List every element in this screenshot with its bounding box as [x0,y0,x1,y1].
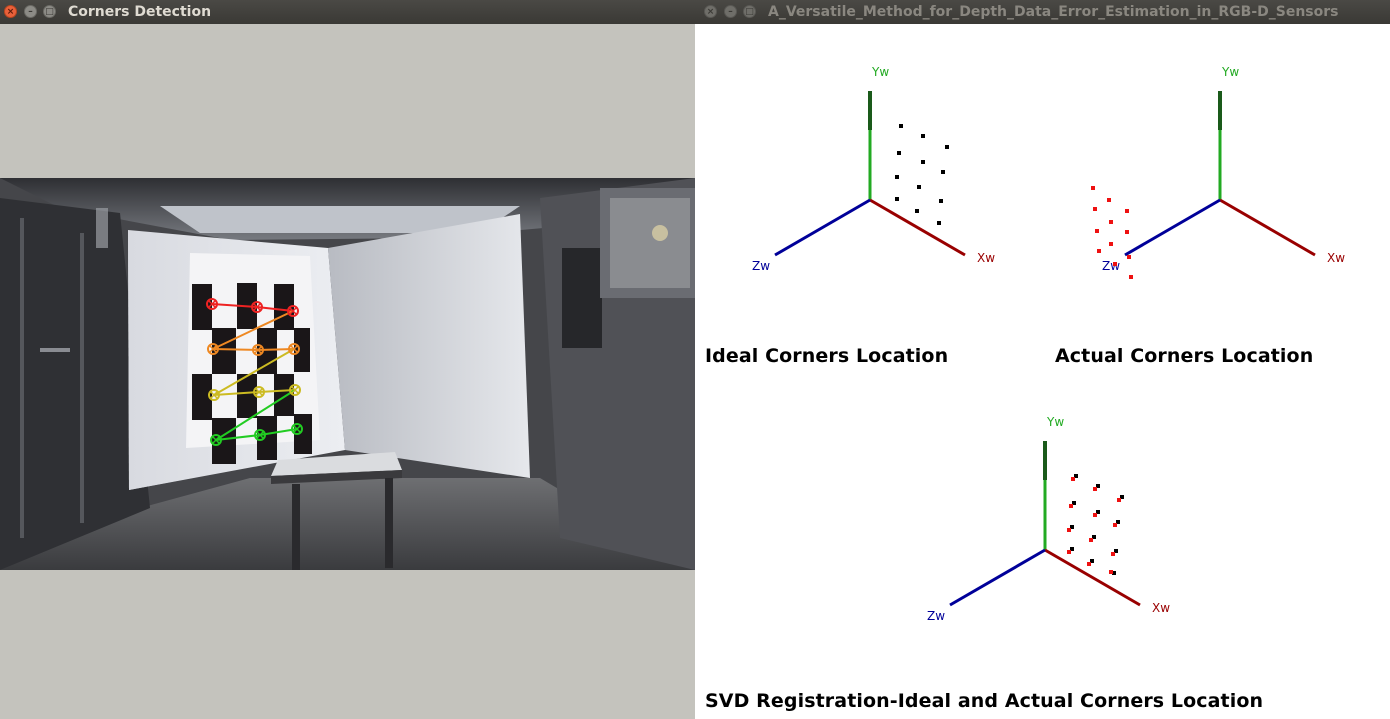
svd-registration-plot: Yw Xw Zw [927,415,1170,623]
ideal-plot-caption: Ideal Corners Location [705,345,949,367]
close-button[interactable]: × [4,5,17,18]
z-axis-label: Zw [1102,259,1120,273]
close-button[interactable]: × [704,5,717,18]
x-axis-label: Xw [1152,601,1170,615]
minimize-button[interactable]: – [724,5,737,18]
window-title: Corners Detection [68,4,212,20]
actual-corners-plot: Yw Xw Zw [1091,65,1345,279]
z-axis-label: Zw [927,609,945,623]
window-title: A_Versatile_Method_for_Depth_Data_Error_… [768,4,1339,20]
y-axis-label: Yw [1221,65,1239,79]
svd-plot-caption: SVD Registration-Ideal and Actual Corner… [705,690,1264,712]
actual-plot-caption: Actual Corners Location [1055,345,1314,367]
minimize-button[interactable]: – [24,5,37,18]
corner-link-line [212,348,259,351]
titlebar: × – □ Corners Detection [0,0,695,24]
x-axis-label: Xw [977,251,995,265]
ideal-corners-plot: Yw Xw Zw [752,65,995,273]
corners-detection-window: × – □ Corners Detection [0,0,695,719]
z-axis-label: Zw [752,259,770,273]
camera-image [0,178,695,570]
titlebar: × – □ A_Versatile_Method_for_Depth_Data_… [695,0,1390,24]
y-axis-label: Yw [1046,415,1064,429]
x-axis-label: Xw [1327,251,1345,265]
maximize-button[interactable]: □ [743,5,756,18]
depth-error-estimation-window: × – □ A_Versatile_Method_for_Depth_Data_… [695,0,1390,719]
y-axis-label: Yw [871,65,889,79]
maximize-button[interactable]: □ [43,5,56,18]
